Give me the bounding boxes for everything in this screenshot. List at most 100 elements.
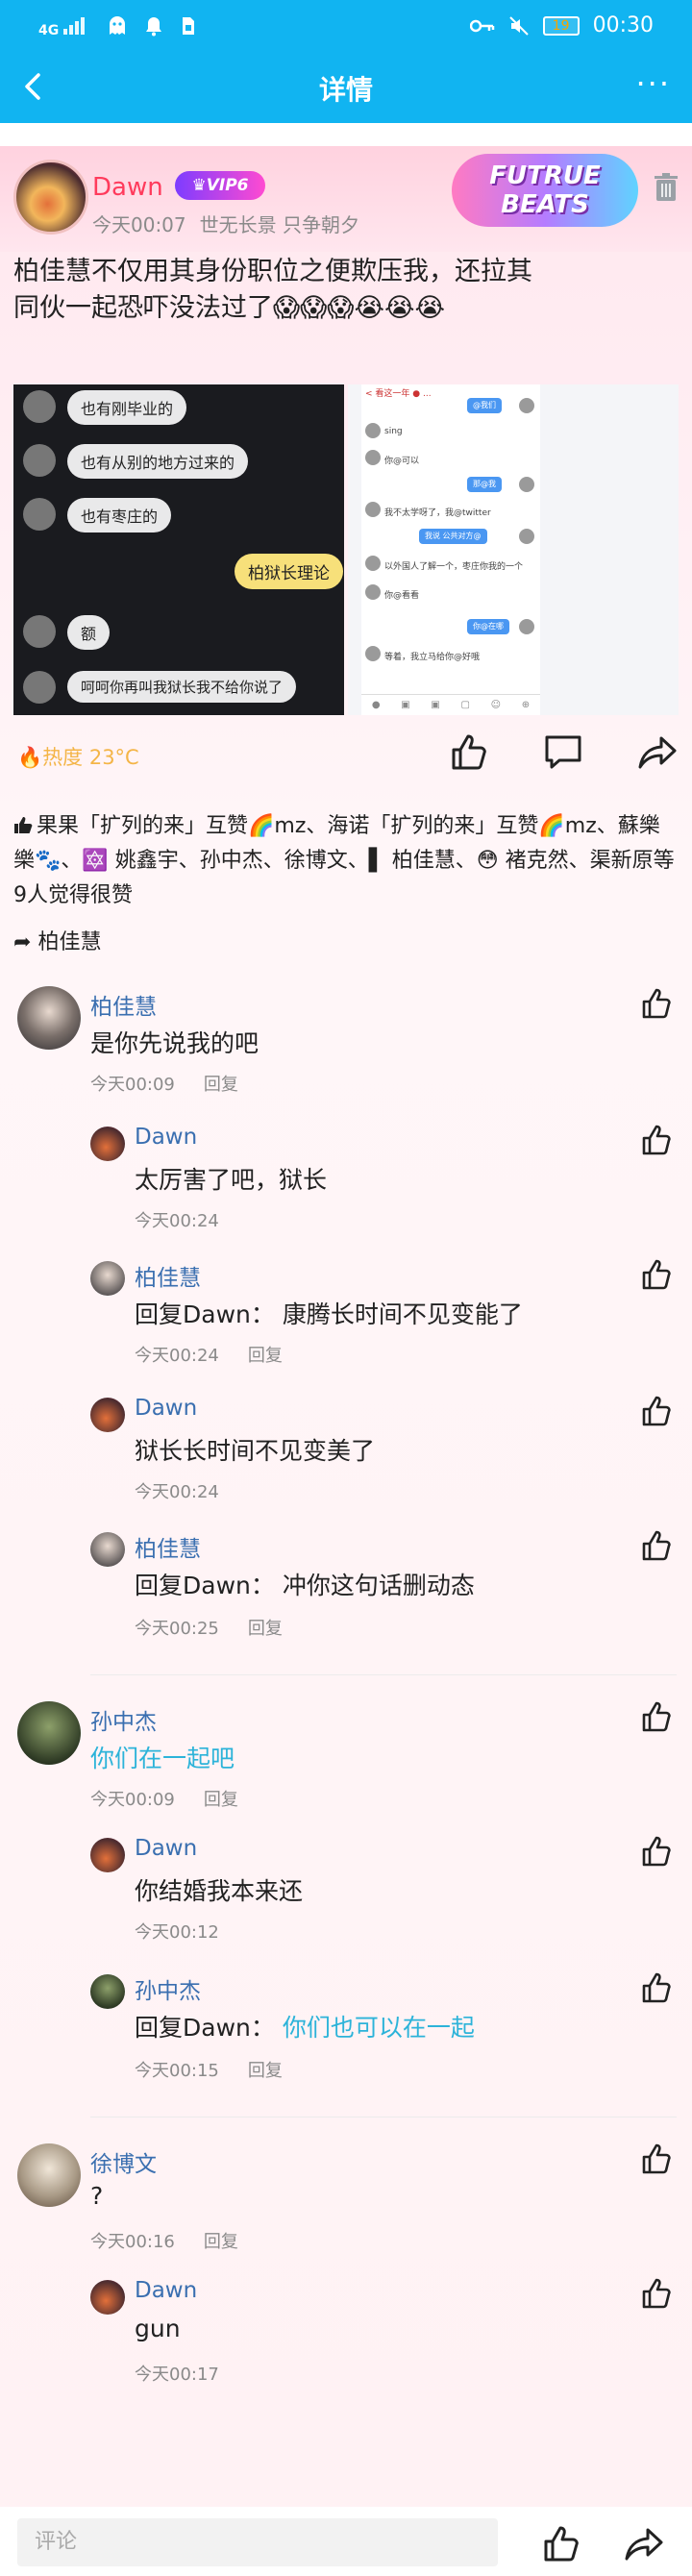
battery-level: 19 — [552, 17, 570, 34]
reply-author[interactable]: Dawn — [135, 2278, 197, 2303]
comment-avatar[interactable] — [17, 986, 81, 1050]
plus-icon: ⊕ — [521, 700, 531, 710]
reply-button[interactable]: 回复 — [204, 1075, 238, 1095]
chat-bubble-self: 你@在哪 — [467, 619, 509, 634]
reply-avatar[interactable] — [90, 1974, 125, 2009]
post-time: 今天00:07 — [92, 213, 186, 236]
comment-author[interactable]: 孙中杰 — [90, 1703, 157, 1736]
comment-avatar[interactable] — [17, 1701, 81, 1765]
file-icon: ▢ — [460, 700, 470, 710]
chat-bubble: 也有从别的地方过来的 — [67, 444, 249, 479]
reply-button[interactable]: 回复 — [248, 1619, 283, 1639]
chat-bubble: 也有枣庄的 — [67, 498, 172, 533]
reply-button[interactable]: 回复 — [204, 1790, 238, 1810]
comment-icon[interactable] — [542, 731, 584, 773]
reply-author[interactable]: Dawn — [135, 1125, 197, 1150]
reply-author[interactable]: 孙中杰 — [135, 1972, 201, 2005]
chat-avatar — [519, 619, 534, 634]
comment-time: 今天00:09 — [90, 1075, 175, 1095]
like-icon[interactable] — [640, 1834, 675, 1869]
reply-time: 今天00:24 — [135, 1346, 219, 1366]
divider — [90, 1674, 677, 1675]
post-image-1[interactable]: 也有刚毕业的 也有从别的地方过来的 也有枣庄的 柏狱长理论 额 呵呵你再叫我狱长… — [13, 384, 344, 715]
reply-avatar[interactable] — [90, 1261, 125, 1296]
share-row[interactable]: ➦ 柏佳慧 — [13, 925, 101, 955]
sim-icon — [183, 17, 195, 35]
like-icon[interactable] — [640, 1123, 675, 1157]
chat-avatar — [365, 423, 381, 438]
comment-author[interactable]: 徐博文 — [90, 2145, 157, 2178]
like-icon[interactable] — [640, 1970, 675, 2005]
comment-meta: 今天00:09 回复 — [90, 1071, 238, 1096]
vip-level: VIP6 — [206, 176, 249, 195]
post-image-2[interactable]: < 看这一年 ● ... @我们 sing 你@可以 那@我 我不太学呀了，我@… — [348, 384, 679, 715]
like-icon[interactable] — [540, 2522, 582, 2564]
chat-avatar — [519, 398, 534, 413]
comment-input[interactable]: 评论 — [17, 2518, 498, 2566]
reply-meta: 今天00:25 回复 — [135, 1615, 283, 1640]
reply-avatar[interactable] — [90, 1532, 125, 1567]
more-icon[interactable]: ··· — [635, 65, 671, 102]
nav-bar: 详情 ··· — [0, 54, 692, 123]
like-icon[interactable] — [640, 2142, 675, 2176]
chat-header: < 看这一年 ● ... — [365, 389, 432, 399]
camera-icon: ▣ — [431, 700, 440, 710]
share-icon[interactable] — [636, 731, 679, 773]
network-type: 4G — [38, 23, 60, 38]
reply-time: 今天00:17 — [135, 2365, 219, 2385]
reply-avatar[interactable] — [90, 2280, 125, 2315]
ghost-icon — [110, 16, 126, 35]
reply-meta: 今天00:15 回复 — [135, 2057, 283, 2082]
fire-icon: 🔥 — [17, 746, 43, 769]
chat-avatar — [23, 671, 56, 704]
author-signature: 世无长景 只争朝夕 — [199, 213, 359, 236]
reply-body: 康腾长时间不见变能了 — [282, 1300, 523, 1328]
reply-meta: 今天00:24 回复 — [135, 1342, 283, 1367]
like-icon[interactable] — [640, 1528, 675, 1563]
chat-avatar — [365, 646, 381, 661]
comment-text: ? — [90, 2182, 104, 2210]
post-meta: 今天00:07 世无长景 只争朝夕 — [92, 210, 373, 237]
vip-badge: ♛VIP6 — [175, 171, 265, 200]
reply-highlight: 你们也可以在一起 — [282, 2014, 475, 2042]
reply-body: 冲你这句话删动态 — [282, 1572, 475, 1599]
like-icon[interactable] — [640, 1699, 675, 1734]
like-icon[interactable] — [448, 731, 490, 773]
likes-list[interactable]: 果果「扩列的来」互赞🌈mz、海诺「扩列的来」互赞🌈mz、蘇樂樂🐾、🔯 姚鑫宇、孙… — [13, 809, 679, 913]
chat-bubble-self: 柏狱长理论 — [235, 554, 343, 589]
reply-button[interactable]: 回复 — [248, 2061, 283, 2081]
share-user: 柏佳慧 — [37, 930, 102, 954]
author-avatar[interactable] — [13, 160, 88, 235]
chat-bubble-self: @我们 — [467, 398, 502, 413]
comment-avatar[interactable] — [17, 2143, 81, 2207]
reply-text: 你结婚我本来还 — [135, 1877, 304, 1905]
reply-author[interactable]: 柏佳慧 — [135, 1530, 201, 1563]
like-icon[interactable] — [640, 2276, 675, 2311]
share-icon[interactable] — [623, 2522, 665, 2564]
reply-text: 太厉害了吧，狱长 — [135, 1166, 328, 1194]
divider — [90, 2117, 677, 2118]
reply-author[interactable]: Dawn — [135, 1396, 197, 1421]
reply-button[interactable]: 回复 — [248, 1346, 283, 1366]
status-bar: 4G 19 00:30 — [0, 0, 692, 54]
trash-icon[interactable] — [654, 173, 679, 202]
reply-author[interactable]: Dawn — [135, 1836, 197, 1861]
comment-author[interactable]: 柏佳慧 — [90, 988, 157, 1021]
like-icon[interactable] — [640, 986, 675, 1021]
reply-time: 今天00:24 — [135, 1211, 219, 1231]
chat-bubble-self: 我说 公共对方@ — [419, 529, 487, 544]
author-name[interactable]: Dawn — [92, 173, 163, 202]
reply-avatar[interactable] — [90, 1838, 125, 1872]
comment-text: 是你先说我的吧 — [90, 1029, 260, 1057]
chat-avatar — [23, 615, 56, 648]
reply-button[interactable]: 回复 — [204, 2232, 238, 2252]
reply-avatar[interactable] — [90, 1398, 125, 1432]
reply-avatar[interactable] — [90, 1127, 125, 1161]
chat-line: 我不太学呀了，我@twitter — [384, 508, 491, 518]
reply-author[interactable]: 柏佳慧 — [135, 1259, 201, 1292]
likes-text: 果果「扩列的来」互赞🌈mz、海诺「扩列的来」互赞🌈mz、蘇樂樂🐾、🔯 姚鑫宇、孙… — [13, 814, 675, 907]
like-icon[interactable] — [640, 1257, 675, 1292]
chat-avatar — [23, 444, 56, 477]
like-icon[interactable] — [640, 1394, 675, 1428]
image-icon: ▣ — [401, 700, 410, 710]
